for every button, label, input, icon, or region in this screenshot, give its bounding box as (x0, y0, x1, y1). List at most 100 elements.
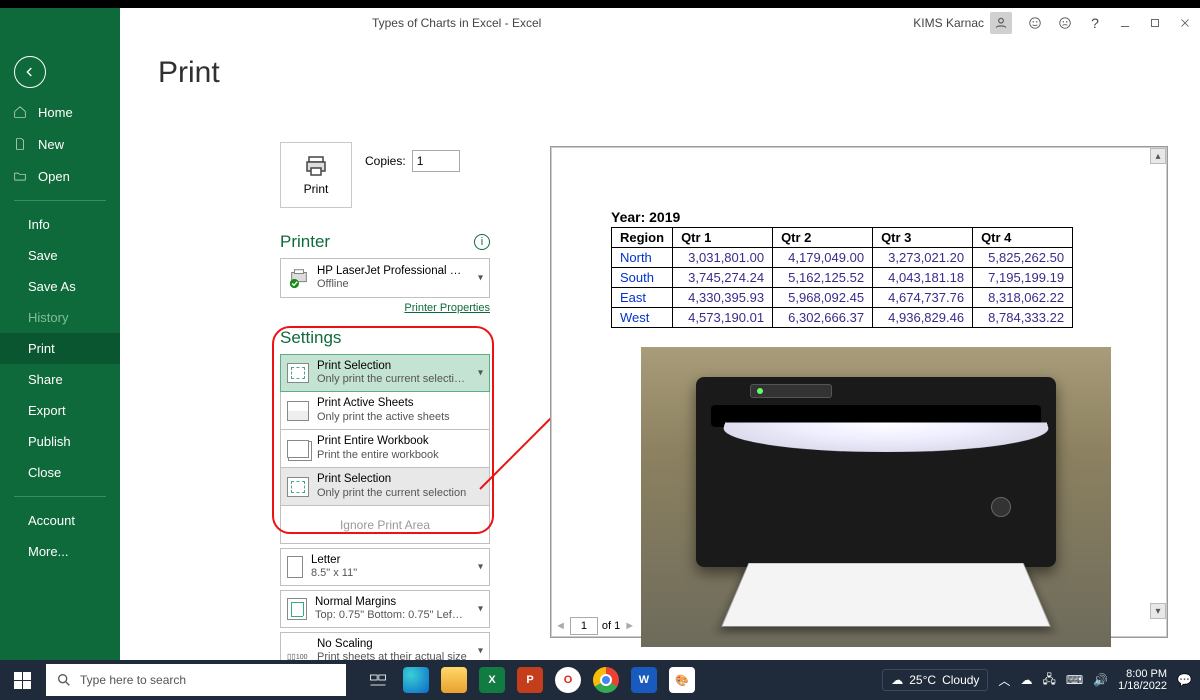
minimize-button[interactable] (1110, 8, 1140, 38)
home-icon (12, 104, 28, 120)
sidebar-item-publish[interactable]: Publish (0, 426, 120, 457)
scaling-icon: ▯▯100 (287, 641, 309, 661)
weather-icon: ☁ (891, 673, 903, 687)
help-icon[interactable]: ? (1080, 8, 1110, 38)
sidebar-item-more[interactable]: More... (0, 536, 120, 567)
volume-icon[interactable]: 🔊 (1093, 673, 1108, 687)
printer-properties-link[interactable]: Printer Properties (280, 302, 490, 314)
maximize-button[interactable] (1140, 8, 1170, 38)
table-row: North3,031,801.004,179,049.003,273,021.2… (612, 248, 1073, 268)
chevron-down-icon: ▾ (478, 646, 483, 657)
tray-chevron-icon[interactable]: ︿ (998, 672, 1010, 689)
weather-widget[interactable]: ☁ 25°C Cloudy (882, 669, 988, 691)
windows-taskbar: Type here to search X P O W 🎨 ☁ 25°C Clo… (0, 660, 1200, 700)
table-header: Qtr 3 (873, 228, 973, 248)
print-selection-option[interactable]: Print SelectionOnly print the current se… (280, 468, 490, 506)
task-view-button[interactable] (360, 662, 396, 698)
printer-heading: Printer (280, 232, 330, 252)
print-preview-pane: ▴ ▾ Year: 2019 RegionQtr 1Qtr 2Qtr 3Qtr … (550, 146, 1168, 638)
sidebar-item-print[interactable]: Print (0, 333, 120, 364)
sidebar-item-open[interactable]: Open (0, 160, 120, 192)
start-button[interactable] (0, 660, 44, 700)
sidebar-separator (14, 496, 106, 497)
print-what-selected[interactable]: Print SelectionOnly print the current se… (280, 354, 490, 392)
table-header: Qtr 1 (673, 228, 773, 248)
word-icon[interactable]: W (626, 662, 662, 698)
close-button[interactable] (1170, 8, 1200, 38)
copies-input[interactable] (412, 150, 460, 172)
excel-icon[interactable]: X (474, 662, 510, 698)
sidebar-item-save[interactable]: Save (0, 240, 120, 271)
printer-name: HP LaserJet Professional M1… (317, 265, 467, 279)
sidebar-item-history: History (0, 302, 120, 333)
network-icon[interactable]: 🖧 (1042, 670, 1055, 691)
chrome-icon[interactable] (588, 662, 624, 698)
sidebar-item-info[interactable]: Info (0, 209, 120, 240)
user-name: KIMS Karnac (913, 16, 984, 30)
scroll-down-button[interactable]: ▾ (1150, 603, 1166, 619)
onedrive-icon[interactable]: ☁ (1020, 673, 1032, 687)
margins-icon (287, 598, 307, 620)
sidebar-item-account[interactable]: Account (0, 505, 120, 536)
printer-status: Offline (317, 278, 467, 291)
chevron-down-icon: ▾ (478, 562, 483, 573)
printer-photo (641, 347, 1111, 647)
taskbar-search[interactable]: Type here to search (46, 664, 346, 696)
ignore-print-area-option[interactable]: Ignore Print Area (280, 506, 490, 544)
sidebar-item-close[interactable]: Close (0, 457, 120, 488)
page-size-selector[interactable]: Letter8.5" x 11" ▾ (280, 548, 490, 586)
file-explorer-icon[interactable] (436, 662, 472, 698)
sidebar-item-share[interactable]: Share (0, 364, 120, 395)
system-tray: ☁ 25°C Cloudy ︿ ☁ 🖧 ⌨ 🔊 8:00 PM 1/18/202… (882, 668, 1200, 692)
chevron-down-icon: ▾ (478, 368, 483, 379)
preview-year-label: Year: 2019 (611, 209, 680, 225)
taskbar-clock[interactable]: 8:00 PM 1/18/2022 (1118, 668, 1167, 692)
user-avatar[interactable] (990, 12, 1012, 34)
preview-data-table: RegionQtr 1Qtr 2Qtr 3Qtr 4 North3,031,80… (611, 227, 1073, 328)
new-icon (12, 136, 28, 152)
edge-icon[interactable] (398, 662, 434, 698)
print-entire-workbook-option[interactable]: Print Entire WorkbookPrint the entire wo… (280, 430, 490, 468)
sidebar-item-saveas[interactable]: Save As (0, 271, 120, 302)
search-icon (56, 672, 72, 688)
sidebar-label: New (38, 137, 64, 152)
sidebar-separator (14, 200, 106, 201)
table-row: East4,330,395.935,968,092.454,674,737.76… (612, 288, 1073, 308)
language-icon[interactable]: ⌨ (1066, 673, 1083, 687)
printer-selector[interactable]: HP LaserJet Professional M1… Offline ▾ (280, 258, 490, 298)
sidebar-item-export[interactable]: Export (0, 395, 120, 426)
titlebar: Types of Charts in Excel - Excel KIMS Ka… (0, 8, 1200, 38)
paint-icon[interactable]: 🎨 (664, 662, 700, 698)
print-backstage: Print Print Copies: Printer i HP Las (120, 38, 1200, 660)
sidebar-item-new[interactable]: New (0, 128, 120, 160)
windows-logo-icon (14, 672, 31, 689)
prev-page-button[interactable]: ◄ (555, 620, 566, 632)
back-button[interactable] (14, 56, 46, 88)
notifications-icon[interactable]: 💬 (1177, 673, 1192, 687)
chevron-down-icon: ▾ (478, 273, 483, 284)
next-page-button[interactable]: ► (624, 620, 635, 632)
app-title: Types of Charts in Excel - Excel (0, 16, 913, 30)
workbook-icon (287, 440, 309, 458)
table-header: Qtr 4 (973, 228, 1073, 248)
copies-label: Copies: (365, 154, 406, 168)
sidebar-item-home[interactable]: Home (0, 96, 120, 128)
print-button-label: Print (304, 182, 329, 196)
face-smile-icon[interactable] (1020, 8, 1050, 38)
scroll-up-button[interactable]: ▴ (1150, 148, 1166, 164)
opera-icon[interactable]: O (550, 662, 586, 698)
margins-selector[interactable]: Normal MarginsTop: 0.75" Bottom: 0.75" L… (280, 590, 490, 628)
selection-icon (287, 477, 309, 497)
search-placeholder: Type here to search (80, 673, 186, 687)
page-icon (287, 556, 303, 578)
info-icon[interactable]: i (474, 234, 490, 250)
face-sad-icon[interactable] (1050, 8, 1080, 38)
print-button[interactable]: Print (280, 142, 352, 208)
chevron-down-icon: ▾ (478, 604, 483, 615)
page-number-input[interactable] (570, 617, 598, 635)
print-active-sheets-option[interactable]: Print Active SheetsOnly print the active… (280, 392, 490, 430)
folder-open-icon (12, 168, 28, 184)
page-of-label: of 1 (602, 620, 620, 632)
powerpoint-icon[interactable]: P (512, 662, 548, 698)
backstage-sidebar: Home New Open Info Save Save As History … (0, 38, 120, 660)
